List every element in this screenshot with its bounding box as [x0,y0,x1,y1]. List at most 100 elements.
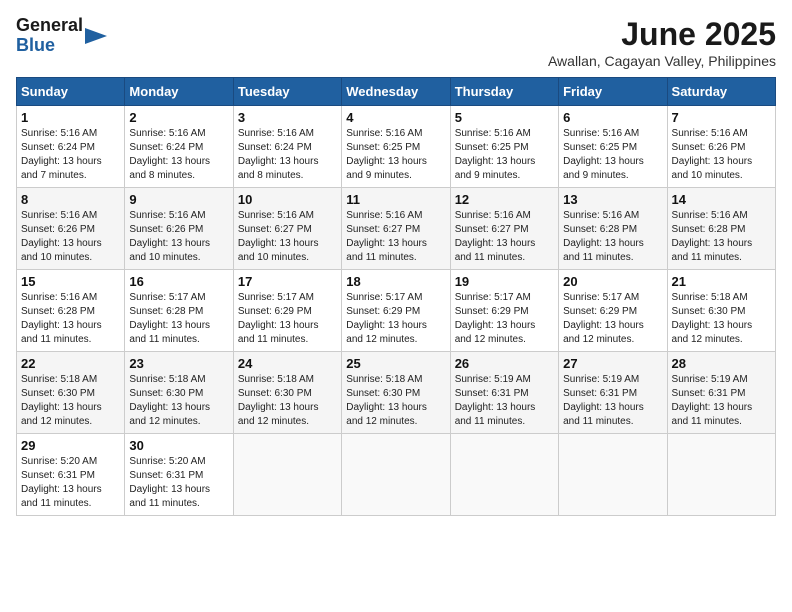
day-info: Sunrise: 5:17 AMSunset: 6:29 PMDaylight:… [346,291,445,347]
calendar-cell: 8 Sunrise: 5:16 AMSunset: 6:26 PMDaylight… [17,188,125,270]
calendar-cell: 5 Sunrise: 5:16 AMSunset: 6:25 PMDaylight… [450,106,558,188]
calendar-cell: 1 Sunrise: 5:16 AMSunset: 6:24 PMDaylight… [17,106,125,188]
day-info: Sunrise: 5:16 AMSunset: 6:26 PMDaylight:… [129,209,228,265]
day-number: 20 [563,274,662,289]
logo: General Blue [16,16,107,56]
weekday-header-wednesday: Wednesday [342,78,450,106]
calendar-cell: 14Sunrise: 5:16 AMSunset: 6:28 PMDayligh… [667,188,775,270]
day-number: 18 [346,274,445,289]
day-number: 22 [21,356,120,371]
calendar-cell: 18 Sunrise: 5:17 AMSunset: 6:29 PMDayligh… [342,270,450,352]
calendar-cell: 27 Sunrise: 5:19 AMSunset: 6:31 PMDayligh… [559,352,667,434]
calendar-cell: 4Sunrise: 5:16 AMSunset: 6:25 PMDaylight… [342,106,450,188]
weekday-header-tuesday: Tuesday [233,78,341,106]
day-info: Sunrise: 5:19 AMSunset: 6:31 PMDaylight:… [563,373,662,429]
calendar-cell: 28Sunrise: 5:19 AMSunset: 6:31 PMDayligh… [667,352,775,434]
day-info: Sunrise: 5:16 AMSunset: 6:28 PMDaylight:… [21,291,120,347]
day-number: 11 [346,192,445,207]
day-number: 21 [672,274,771,289]
day-info: Sunrise: 5:16 AMSunset: 6:28 PMDaylight:… [563,209,662,265]
weekday-header-friday: Friday [559,78,667,106]
calendar-cell: 20 Sunrise: 5:17 AMSunset: 6:29 PMDayligh… [559,270,667,352]
calendar-table: SundayMondayTuesdayWednesdayThursdayFrid… [16,77,776,516]
day-info: Sunrise: 5:16 AMSunset: 6:24 PMDaylight:… [238,127,337,183]
day-number: 1 [21,110,120,125]
day-info: Sunrise: 5:16 AMSunset: 6:25 PMDaylight:… [563,127,662,183]
day-number: 27 [563,356,662,371]
day-number: 6 [563,110,662,125]
day-number: 3 [238,110,337,125]
day-info: Sunrise: 5:16 AMSunset: 6:25 PMDaylight:… [455,127,554,183]
page-header: General Blue June 2025 Awallan, Cagayan … [16,16,776,69]
calendar-cell: 6 Sunrise: 5:16 AMSunset: 6:25 PMDaylight… [559,106,667,188]
day-number: 17 [238,274,337,289]
calendar-cell: 16 Sunrise: 5:17 AMSunset: 6:28 PMDayligh… [125,270,233,352]
calendar-cell [559,434,667,516]
day-info: Sunrise: 5:18 AMSunset: 6:30 PMDaylight:… [238,373,337,429]
day-info: Sunrise: 5:16 AMSunset: 6:27 PMDaylight:… [238,209,337,265]
logo-text: General Blue [16,16,107,56]
day-number: 16 [129,274,228,289]
day-info: Sunrise: 5:17 AMSunset: 6:29 PMDaylight:… [238,291,337,347]
calendar-cell [233,434,341,516]
weekday-header-thursday: Thursday [450,78,558,106]
day-number: 26 [455,356,554,371]
weekday-header-sunday: Sunday [17,78,125,106]
logo-general: General [16,16,83,36]
day-info: Sunrise: 5:19 AMSunset: 6:31 PMDaylight:… [455,373,554,429]
day-info: Sunrise: 5:18 AMSunset: 6:30 PMDaylight:… [129,373,228,429]
calendar-cell: 30 Sunrise: 5:20 AMSunset: 6:31 PMDayligh… [125,434,233,516]
calendar-cell: 29 Sunrise: 5:20 AMSunset: 6:31 PMDayligh… [17,434,125,516]
calendar-cell: 22 Sunrise: 5:18 AMSunset: 6:30 PMDayligh… [17,352,125,434]
day-number: 5 [455,110,554,125]
location-title: Awallan, Cagayan Valley, Philippines [548,53,776,69]
day-info: Sunrise: 5:18 AMSunset: 6:30 PMDaylight:… [21,373,120,429]
logo-arrow-icon [85,18,107,54]
calendar-cell: 3 Sunrise: 5:16 AMSunset: 6:24 PMDaylight… [233,106,341,188]
day-number: 4 [346,110,445,125]
calendar-cell [667,434,775,516]
day-number: 23 [129,356,228,371]
calendar-cell: 9 Sunrise: 5:16 AMSunset: 6:26 PMDaylight… [125,188,233,270]
day-info: Sunrise: 5:16 AMSunset: 6:28 PMDaylight:… [672,209,771,265]
day-info: Sunrise: 5:16 AMSunset: 6:26 PMDaylight:… [672,127,771,183]
weekday-header-monday: Monday [125,78,233,106]
calendar-cell: 15Sunrise: 5:16 AMSunset: 6:28 PMDayligh… [17,270,125,352]
calendar-cell: 13Sunrise: 5:16 AMSunset: 6:28 PMDayligh… [559,188,667,270]
day-number: 8 [21,192,120,207]
month-title: June 2025 [548,16,776,53]
day-info: Sunrise: 5:16 AMSunset: 6:27 PMDaylight:… [346,209,445,265]
calendar-cell: 11 Sunrise: 5:16 AMSunset: 6:27 PMDayligh… [342,188,450,270]
day-info: Sunrise: 5:17 AMSunset: 6:28 PMDaylight:… [129,291,228,347]
day-number: 12 [455,192,554,207]
day-number: 28 [672,356,771,371]
day-info: Sunrise: 5:16 AMSunset: 6:24 PMDaylight:… [129,127,228,183]
calendar-cell: 21 Sunrise: 5:18 AMSunset: 6:30 PMDayligh… [667,270,775,352]
day-number: 29 [21,438,120,453]
calendar-cell: 2 Sunrise: 5:16 AMSunset: 6:24 PMDaylight… [125,106,233,188]
calendar-cell: 25 Sunrise: 5:18 AMSunset: 6:30 PMDayligh… [342,352,450,434]
day-info: Sunrise: 5:16 AMSunset: 6:26 PMDaylight:… [21,209,120,265]
day-info: Sunrise: 5:16 AMSunset: 6:24 PMDaylight:… [21,127,120,183]
day-number: 9 [129,192,228,207]
calendar-cell: 12 Sunrise: 5:16 AMSunset: 6:27 PMDayligh… [450,188,558,270]
day-number: 10 [238,192,337,207]
day-number: 7 [672,110,771,125]
calendar-cell: 26 Sunrise: 5:19 AMSunset: 6:31 PMDayligh… [450,352,558,434]
calendar-cell [450,434,558,516]
day-info: Sunrise: 5:18 AMSunset: 6:30 PMDaylight:… [346,373,445,429]
calendar-cell: 10 Sunrise: 5:16 AMSunset: 6:27 PMDayligh… [233,188,341,270]
day-info: Sunrise: 5:20 AMSunset: 6:31 PMDaylight:… [21,455,120,511]
day-info: Sunrise: 5:20 AMSunset: 6:31 PMDaylight:… [129,455,228,511]
calendar-cell: 17 Sunrise: 5:17 AMSunset: 6:29 PMDayligh… [233,270,341,352]
day-number: 30 [129,438,228,453]
day-info: Sunrise: 5:18 AMSunset: 6:30 PMDaylight:… [672,291,771,347]
calendar-cell [342,434,450,516]
title-area: June 2025 Awallan, Cagayan Valley, Phili… [548,16,776,69]
day-number: 2 [129,110,228,125]
day-info: Sunrise: 5:16 AMSunset: 6:27 PMDaylight:… [455,209,554,265]
weekday-header-saturday: Saturday [667,78,775,106]
day-number: 25 [346,356,445,371]
day-info: Sunrise: 5:17 AMSunset: 6:29 PMDaylight:… [563,291,662,347]
day-info: Sunrise: 5:17 AMSunset: 6:29 PMDaylight:… [455,291,554,347]
